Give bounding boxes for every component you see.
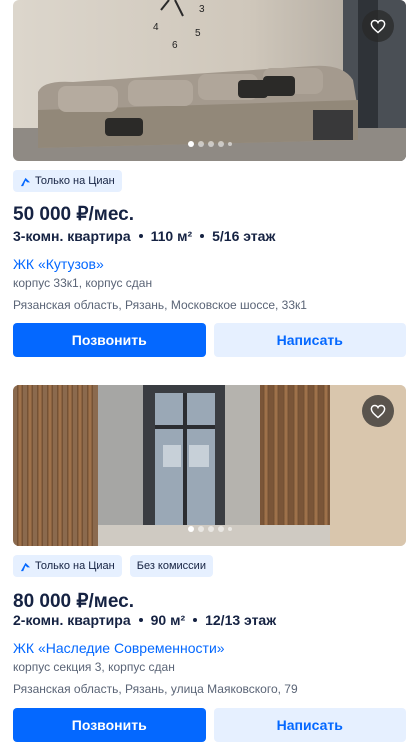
svg-text:6: 6 [172, 40, 178, 51]
pagination-dot [197, 141, 204, 147]
room-count: 3-комн. квартира [13, 228, 131, 244]
photo-pagination [187, 526, 232, 532]
cian-logo-icon [20, 562, 31, 571]
photo-pagination [187, 141, 232, 147]
area: 90 м² [150, 612, 186, 628]
building-info: корпус 33к1, корпус сдан [13, 276, 153, 290]
pagination-dot [207, 526, 214, 532]
heart-outline-icon [370, 19, 386, 33]
favorite-button[interactable] [362, 395, 394, 427]
address: Рязанская область, Рязань, Московское шо… [13, 298, 307, 312]
pagination-dot [187, 526, 194, 532]
complex-link[interactable]: ЖК «Наследие Современности» [13, 640, 225, 656]
living-room-photo: 4 6 3 5 [13, 0, 406, 161]
svg-text:3: 3 [199, 4, 205, 15]
pagination-dot [207, 141, 214, 147]
call-button[interactable]: Позвонить [13, 323, 206, 357]
apartment-params: 2-комн. квартира 90 м² 12/13 этаж [13, 612, 276, 628]
listing-photo[interactable]: 4 6 3 5 [13, 0, 406, 161]
badges: Только на Циан [13, 170, 122, 192]
contact-actions: Позвонить Написать [13, 708, 406, 742]
complex-link[interactable]: ЖК «Кутузов» [13, 256, 104, 272]
badges: Только на Циан Без комиссии [13, 555, 213, 577]
cian-logo-icon [20, 177, 31, 186]
pagination-dot [187, 141, 194, 147]
svg-text:4: 4 [153, 22, 159, 33]
price: 80 000 ₽/мес. [13, 591, 134, 612]
separator-dot [138, 234, 143, 238]
address: Рязанская область, Рязань, улица Маяковс… [13, 682, 298, 696]
favorite-button[interactable] [362, 10, 394, 42]
pagination-dot [227, 527, 232, 531]
separator-dot [193, 618, 198, 622]
write-button[interactable]: Написать [213, 708, 406, 742]
pagination-dot [197, 526, 204, 532]
write-button[interactable]: Написать [213, 323, 406, 357]
heart-outline-icon [370, 404, 386, 418]
floor: 5/16 этаж [212, 228, 276, 244]
price: 50 000 ₽/мес. [13, 204, 134, 225]
contact-actions: Позвонить Написать [13, 323, 406, 357]
svg-text:5: 5 [195, 28, 201, 39]
badge-no-commission: Без комиссии [129, 555, 213, 577]
badge-only-cian: Только на Циан [13, 170, 122, 192]
area: 110 м² [150, 228, 193, 244]
apartment-params: 3-комн. квартира 110 м² 5/16 этаж [13, 228, 275, 244]
pagination-dot [217, 141, 224, 147]
pagination-dot [227, 142, 232, 146]
room-count: 2-комн. квартира [13, 612, 131, 628]
listing-photo[interactable] [13, 385, 406, 546]
pagination-dot [217, 526, 224, 532]
call-button[interactable]: Позвонить [13, 708, 206, 742]
separator-dot [138, 618, 143, 622]
separator-dot [200, 234, 205, 238]
building-info: корпус секция 3, корпус сдан [13, 660, 175, 674]
badge-only-cian: Только на Циан [13, 555, 122, 577]
floor: 12/13 этаж [205, 612, 277, 628]
hallway-photo [13, 385, 406, 546]
